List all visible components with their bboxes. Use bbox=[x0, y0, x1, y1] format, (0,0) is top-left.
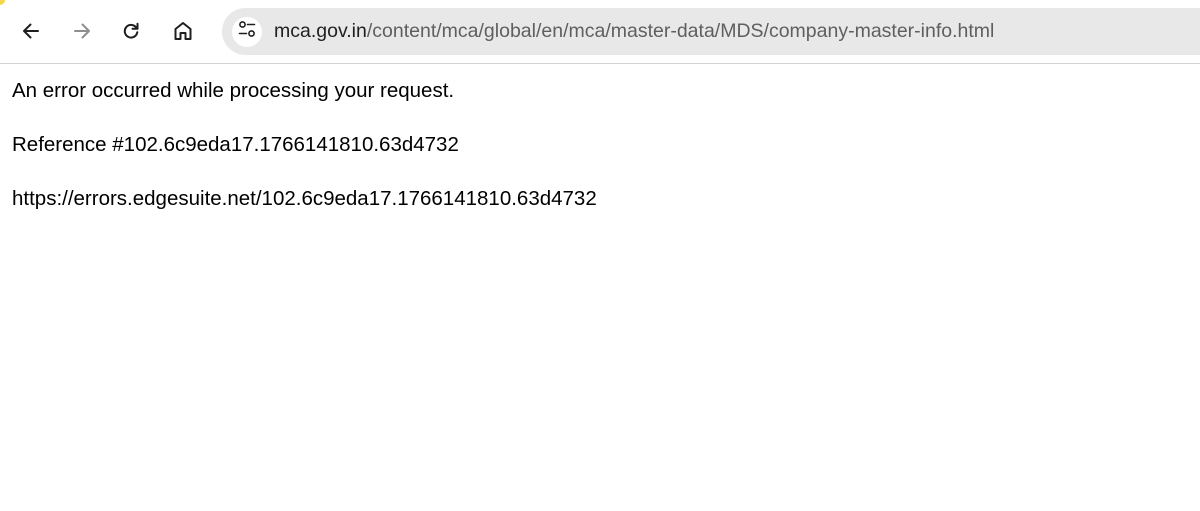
error-url: https://errors.edgesuite.net/102.6c9eda1… bbox=[12, 187, 597, 210]
forward-button[interactable] bbox=[64, 12, 100, 50]
window-corner-accent bbox=[0, 0, 5, 5]
tune-icon bbox=[237, 19, 257, 44]
forward-arrow-icon bbox=[72, 21, 92, 41]
url-path: /content/mca/global/en/mca/master-data/M… bbox=[366, 20, 995, 42]
url-host: mca.gov.in bbox=[274, 20, 367, 42]
browser-toolbar: mca.gov.in/content/mca/global/en/mca/mas… bbox=[0, 0, 1200, 64]
back-button[interactable] bbox=[13, 12, 49, 50]
error-message: An error occurred while processing your … bbox=[12, 79, 455, 102]
back-arrow-icon bbox=[21, 21, 41, 41]
home-icon bbox=[172, 20, 194, 42]
site-info-button[interactable] bbox=[232, 16, 262, 47]
reload-icon bbox=[121, 21, 141, 41]
reload-button[interactable] bbox=[113, 12, 149, 50]
home-button[interactable] bbox=[165, 12, 201, 50]
address-bar[interactable]: mca.gov.in/content/mca/global/en/mca/mas… bbox=[222, 8, 1200, 55]
page-content: An error occurred while processing your … bbox=[0, 64, 1200, 212]
error-reference: Reference #102.6c9eda17.1766141810.63d47… bbox=[12, 133, 459, 156]
url-text[interactable]: mca.gov.in/content/mca/global/en/mca/mas… bbox=[274, 20, 994, 43]
